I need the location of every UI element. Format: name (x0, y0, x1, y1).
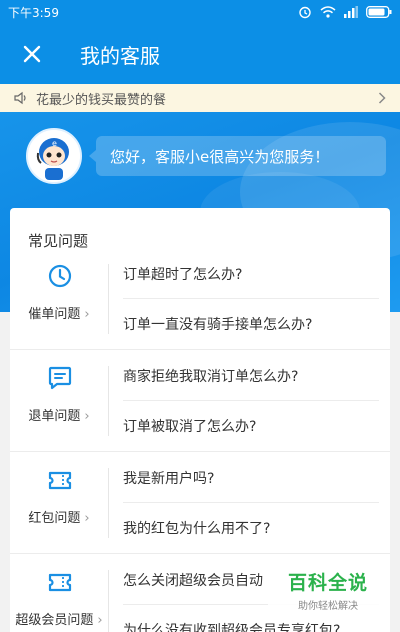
signal-icon (344, 6, 358, 18)
question-link[interactable]: 商家拒绝我取消订单怎么办? (123, 366, 298, 386)
question-link[interactable]: 怎么关闭超级会员自动 (123, 570, 263, 590)
chevron-right-icon: › (84, 307, 90, 322)
divider (108, 264, 109, 334)
notice-bar[interactable]: 花最少的钱买最赞的餐 (0, 84, 400, 112)
vip-ticket-icon (48, 573, 72, 592)
question-link[interactable]: 订单超时了怎么办? (123, 264, 242, 284)
clock-icon (48, 264, 72, 288)
chat-icon (48, 366, 72, 390)
category-label: 退单问题 (28, 409, 81, 424)
category-label: 超级会员问题 (15, 613, 94, 628)
category-vip[interactable]: 超级会员问题 › (10, 554, 108, 632)
faq-section-refund: 退单问题 › 商家拒绝我取消订单怎么办? 订单被取消了怎么办? (10, 350, 390, 452)
divider (108, 468, 109, 538)
faq-section-redpacket: 红包问题 › 我是新用户吗? 我的红包为什么用不了? (10, 452, 390, 554)
service-avatar: e (26, 128, 82, 184)
category-label: 红包问题 (28, 511, 81, 526)
close-icon (23, 45, 41, 63)
question-link[interactable]: 订单一直没有骑手接单怎么办? (123, 314, 312, 334)
status-icons (298, 5, 392, 19)
greeting-text: 您好，客服小e很高兴为您服务！ (110, 147, 330, 166)
divider (123, 400, 379, 401)
svg-text:e: e (52, 139, 57, 148)
status-bar: 下午3:59 (0, 0, 400, 24)
category-label: 催单问题 (28, 307, 81, 322)
divider (123, 502, 379, 503)
divider (108, 366, 109, 436)
alarm-icon (298, 5, 312, 19)
category-refund[interactable]: 退单问题 › (10, 350, 108, 452)
watermark-subtitle: 助你轻松解决 (298, 601, 358, 612)
chevron-right-icon: › (97, 613, 103, 628)
battery-icon (366, 6, 392, 18)
category-redpacket[interactable]: 红包问题 › (10, 452, 108, 554)
close-button[interactable] (0, 24, 64, 84)
watermark: 百科全说 助你轻松解决 (268, 560, 388, 612)
page-title: 我的客服 (80, 43, 160, 68)
chevron-right-icon: › (84, 409, 90, 424)
ticket-icon (48, 471, 72, 490)
watermark-title: 百科全说 (287, 572, 368, 594)
greeting-bubble: 您好，客服小e很高兴为您服务！ (89, 136, 386, 176)
speaker-icon (14, 91, 26, 105)
faq-section-urge: 催单问题 › 订单超时了怎么办? 订单一直没有骑手接单怎么办? (10, 248, 390, 350)
status-time: 下午3:59 (8, 5, 59, 20)
divider (123, 298, 379, 299)
question-link[interactable]: 我是新用户吗? (123, 468, 214, 488)
question-link[interactable]: 我的红包为什么用不了? (123, 518, 270, 538)
chevron-right-icon (378, 92, 386, 104)
divider (108, 570, 109, 632)
notice-text: 花最少的钱买最赞的餐 (36, 92, 167, 108)
question-link[interactable]: 为什么没有收到超级会员专享红包? (123, 620, 340, 632)
question-link[interactable]: 订单被取消了怎么办? (123, 416, 256, 436)
chevron-right-icon: › (84, 511, 90, 526)
nav-bar: 我的客服 (0, 24, 400, 84)
wifi-icon (320, 6, 336, 18)
category-urge[interactable]: 催单问题 › (10, 248, 108, 350)
